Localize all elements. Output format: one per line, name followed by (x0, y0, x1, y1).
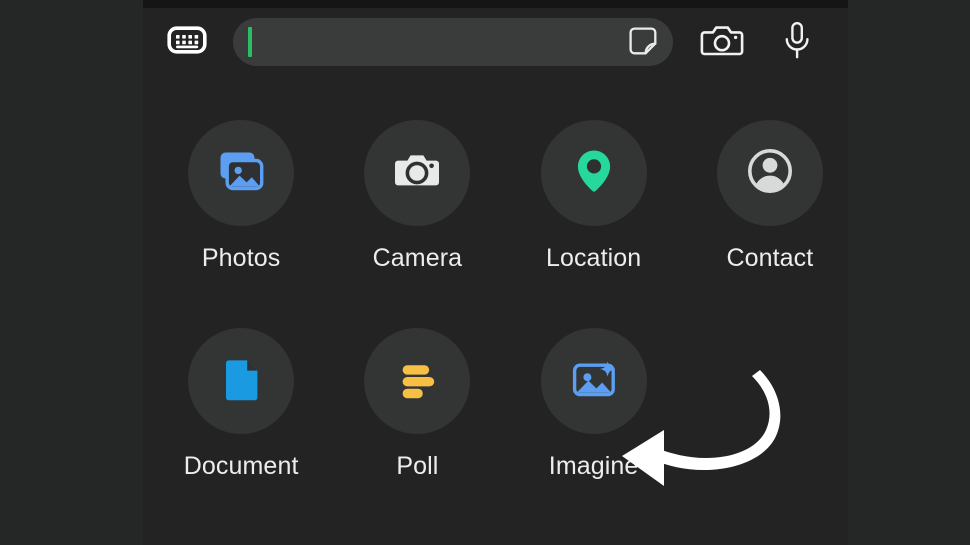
phone-panel: Photos Camera Location Contact Document … (143, 0, 848, 545)
attachment-label: Location (545, 244, 642, 272)
composer-camera-button[interactable] (698, 22, 746, 64)
microphone-icon (782, 21, 812, 66)
attachment-item-imagine[interactable]: Imagine (516, 328, 672, 536)
attachment-item-poll[interactable]: Poll (339, 328, 495, 536)
poll-icon (388, 350, 446, 413)
attachment-grid: Photos Camera Location Contact Document … (143, 120, 848, 536)
attachment-item-document[interactable]: Document (163, 328, 319, 536)
composer-mic-button[interactable] (775, 20, 819, 66)
sticker-icon (628, 26, 658, 61)
camera-icon (388, 142, 446, 205)
photos-bubble[interactable] (188, 120, 295, 226)
attachment-label: Contact (726, 244, 814, 272)
attachment-label: Poll (396, 452, 439, 480)
attachment-row-1: Photos Camera Location Contact (143, 120, 848, 328)
sticker-button[interactable] (627, 26, 659, 61)
message-input[interactable] (233, 18, 673, 66)
attachment-label: Camera (372, 244, 463, 272)
contact-bubble[interactable] (716, 120, 823, 226)
attachment-item-contact[interactable]: Contact (692, 120, 848, 328)
keyboard-button[interactable] (165, 25, 209, 59)
attachment-label: Document (183, 452, 299, 480)
document-icon (212, 350, 270, 413)
attachment-item-location[interactable]: Location (516, 120, 672, 328)
text-caret (248, 27, 252, 57)
attachment-label: Imagine (548, 452, 639, 480)
attachment-item-camera[interactable]: Camera (339, 120, 495, 328)
status-bar-strip (143, 0, 848, 8)
attachment-item-photos[interactable]: Photos (163, 120, 319, 328)
attachment-label: Photos (201, 244, 281, 272)
camera-bubble[interactable] (364, 120, 471, 226)
poll-bubble[interactable] (364, 328, 471, 434)
screenshot-root: Photos Camera Location Contact Document … (0, 0, 970, 545)
imagine-icon (565, 350, 623, 413)
location-bubble[interactable] (540, 120, 647, 226)
contact-icon (741, 142, 799, 205)
imagine-bubble[interactable] (540, 328, 647, 434)
photos-icon (212, 142, 270, 205)
message-composer (143, 14, 848, 76)
keyboard-icon (167, 25, 207, 60)
camera-icon (700, 23, 744, 64)
attachment-row-2: Document Poll Imagine (143, 328, 848, 536)
document-bubble[interactable] (188, 328, 295, 434)
location-pin-icon (565, 142, 623, 205)
